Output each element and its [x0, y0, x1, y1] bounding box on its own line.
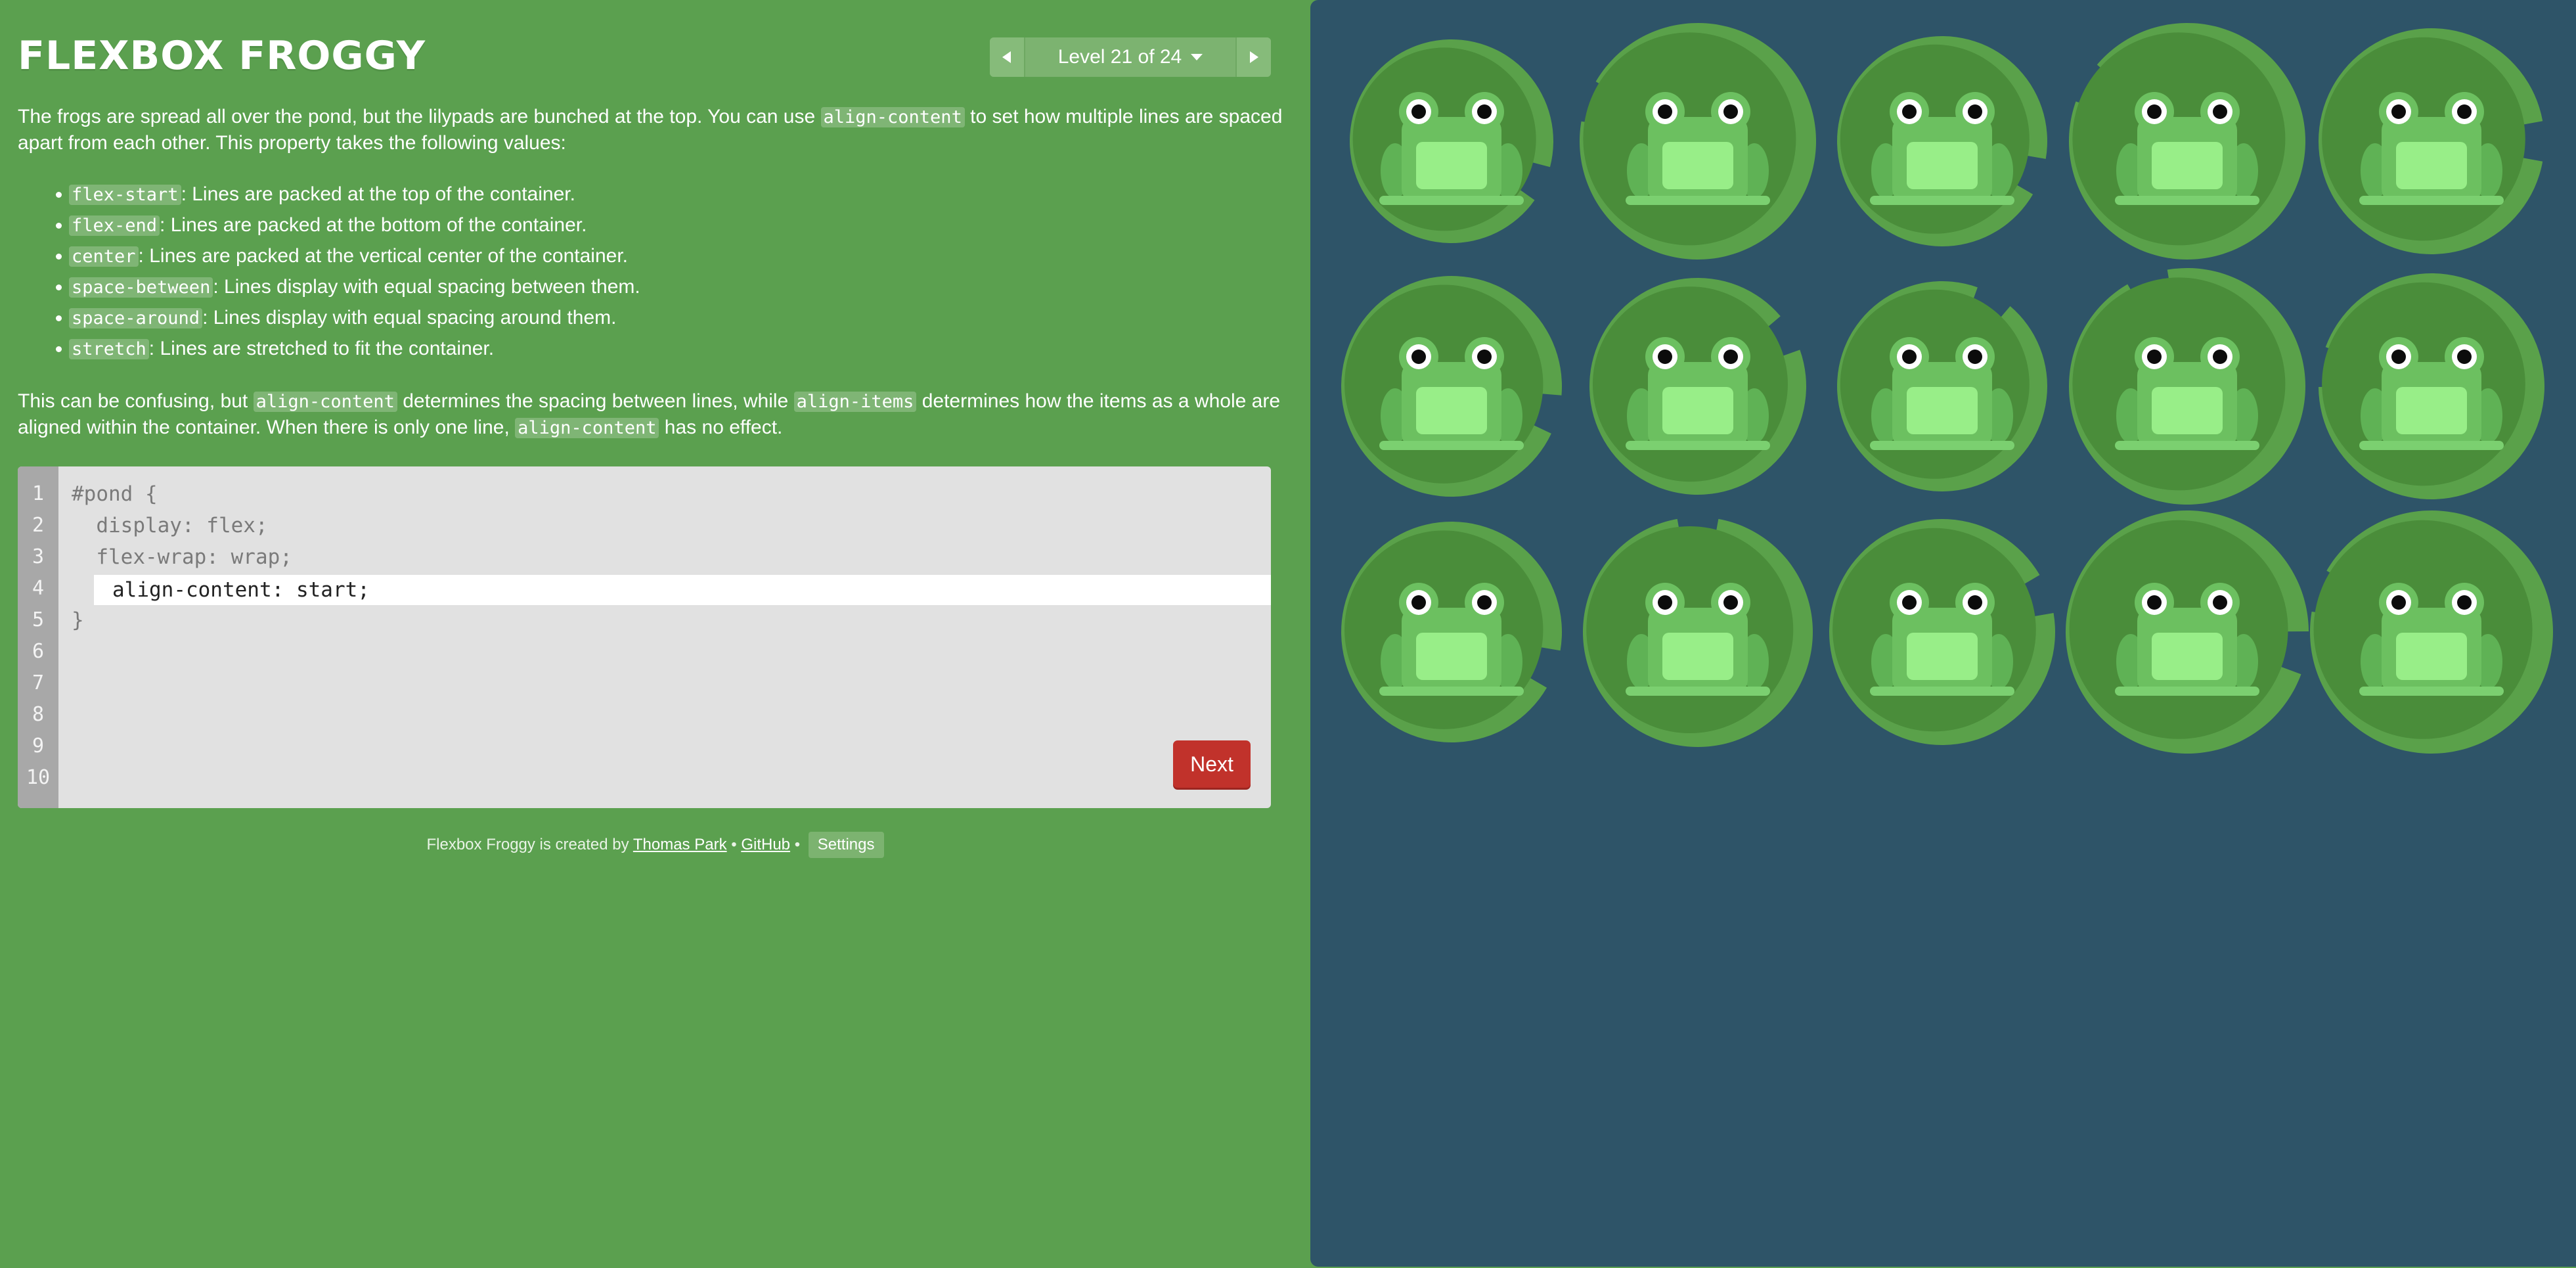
line-number: 5: [32, 608, 45, 631]
code-keyword: stretch: [69, 339, 149, 359]
frog: [2353, 570, 2510, 701]
separator: •: [726, 836, 742, 853]
explanation-text: determines the spacing between lines, wh…: [397, 390, 794, 412]
previous-level-button[interactable]: [990, 37, 1024, 77]
level-indicator-label: Level 21 of 24: [1057, 46, 1182, 68]
list-item-text: : Lines are packed at the vertical cente…: [138, 245, 628, 267]
explanation-text: has no effect.: [659, 417, 783, 438]
css-code-input[interactable]: [94, 575, 1271, 605]
author-link[interactable]: Thomas Park: [633, 836, 727, 853]
frog: [1373, 324, 1530, 455]
values-list: flex-start: Lines are packed at the top …: [18, 179, 1285, 365]
list-item-text: : Lines are packed at the bottom of the …: [160, 214, 587, 236]
code-line: display: flex;: [72, 514, 268, 537]
frog: [2108, 324, 2266, 455]
sidebar: FLEXBOX FROGGY Level 21 of 24 The frogs …: [0, 0, 1310, 1268]
level-dropdown[interactable]: Level 21 of 24: [1024, 37, 1237, 77]
frog: [1619, 570, 1777, 701]
pond: [1310, 0, 2576, 1267]
list-item: center: Lines are packed at the vertical…: [69, 241, 1285, 272]
list-item: space-around: Lines display with equal s…: [69, 303, 1285, 334]
code-line: flex-wrap: wrap;: [72, 545, 292, 569]
list-item-text: : Lines display with equal spacing aroun…: [202, 307, 617, 328]
line-number: 7: [32, 671, 45, 694]
instructions: The frogs are spread all over the pond, …: [18, 104, 1285, 441]
frog: [1863, 570, 2021, 701]
code-keyword: align-content: [253, 392, 397, 412]
list-item-text: : Lines are packed at the top of the con…: [181, 183, 575, 205]
next-button[interactable]: Next: [1173, 740, 1251, 788]
code-keyword: center: [69, 246, 139, 267]
settings-button[interactable]: Settings: [808, 832, 884, 858]
line-number: 10: [26, 766, 51, 789]
code-keyword: space-around: [69, 308, 203, 328]
code-line: }: [72, 608, 84, 632]
level-navigator: Level 21 of 24: [990, 37, 1271, 77]
frog: [2108, 570, 2266, 701]
triangle-right-icon: [1250, 51, 1258, 63]
footer-credits: Flexbox Froggy is created by Thomas Park…: [0, 832, 1310, 858]
line-number: 1: [32, 482, 45, 505]
intro-paragraph: The frogs are spread all over the pond, …: [18, 104, 1285, 156]
line-number: 9: [32, 735, 45, 758]
explanation-paragraph: This can be confusing, but align-content…: [18, 388, 1285, 441]
line-number: 6: [32, 640, 45, 663]
list-item-text: : Lines are stretched to fit the contain…: [148, 338, 495, 359]
frog: [1863, 79, 2021, 210]
list-item: stretch: Lines are stretched to fit the …: [69, 334, 1285, 365]
code-keyword: flex-end: [69, 215, 160, 236]
line-number-gutter: 1 2 3 4 5 6 7 8 9 10: [18, 466, 58, 808]
code-keyword: space-between: [69, 277, 213, 298]
code-keyword: align-content: [515, 418, 659, 438]
list-item: space-between: Lines display with equal …: [69, 272, 1285, 303]
list-item: flex-end: Lines are packed at the bottom…: [69, 210, 1285, 241]
line-number: 2: [32, 514, 45, 537]
line-number: 4: [32, 577, 45, 600]
code-keyword: flex-start: [69, 185, 181, 205]
triangle-left-icon: [1002, 51, 1011, 63]
line-number: 8: [32, 703, 45, 726]
separator: •: [790, 836, 805, 853]
frog: [2353, 324, 2510, 455]
list-item-text: : Lines display with equal spacing betwe…: [213, 276, 640, 298]
frog: [1619, 79, 1777, 210]
next-level-button[interactable]: [1237, 37, 1271, 77]
css-editor: 1 2 3 4 5 6 7 8 9 10 #pond { display: fl…: [18, 466, 1271, 808]
frog: [2108, 79, 2266, 210]
credit-text: Flexbox Froggy is created by: [426, 836, 633, 853]
frog: [1373, 570, 1530, 701]
frog: [1373, 79, 1530, 210]
frog: [2353, 79, 2510, 210]
explanation-text: This can be confusing, but: [18, 390, 254, 412]
intro-text: The frogs are spread all over the pond, …: [18, 106, 821, 127]
code-keyword: align-content: [820, 107, 965, 127]
app-logo: FLEXBOX FROGGY: [18, 33, 426, 79]
list-item: flex-start: Lines are packed at the top …: [69, 179, 1285, 210]
caret-down-icon: [1191, 54, 1203, 60]
code-line: #pond {: [72, 482, 158, 506]
frog: [1619, 324, 1777, 455]
code-lines: #pond { display: flex; flex-wrap: wrap; …: [72, 478, 1260, 636]
line-number: 3: [32, 545, 45, 568]
code-keyword: align-items: [793, 392, 917, 412]
github-link[interactable]: GitHub: [741, 836, 790, 853]
frog: [1863, 324, 2021, 455]
